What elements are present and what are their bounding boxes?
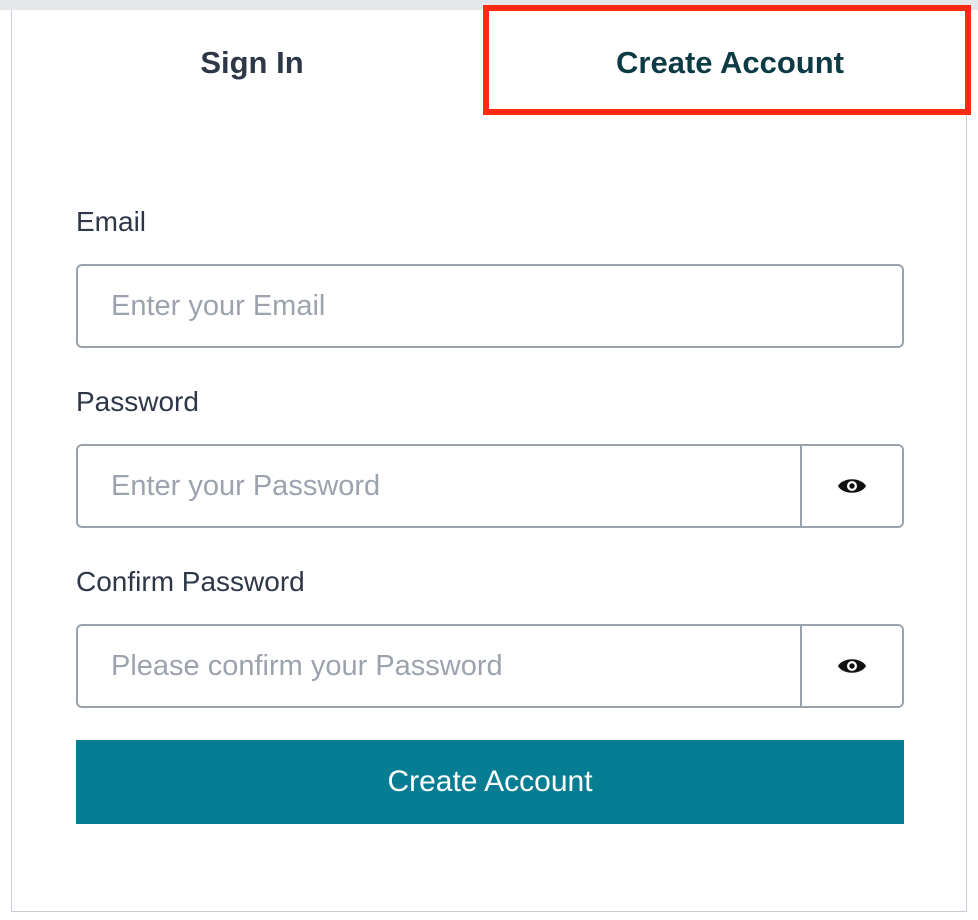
confirm-password-visibility-toggle[interactable] <box>800 626 902 706</box>
email-input[interactable] <box>78 266 902 346</box>
tab-create-account[interactable]: Create Account <box>492 10 968 115</box>
tab-sign-in[interactable]: Sign In <box>12 10 492 115</box>
confirm-password-field-wrapper <box>76 624 904 708</box>
eye-icon <box>838 659 866 673</box>
password-field-wrapper <box>76 444 904 528</box>
top-divider <box>0 0 978 10</box>
password-input[interactable] <box>78 446 800 526</box>
confirm-password-input[interactable] <box>78 626 800 706</box>
password-visibility-toggle[interactable] <box>800 446 902 526</box>
eye-icon <box>838 479 866 493</box>
password-label: Password <box>76 386 199 417</box>
create-account-button[interactable]: Create Account <box>76 740 904 824</box>
confirm-password-label: Confirm Password <box>76 566 305 597</box>
email-label: Email <box>76 206 147 237</box>
email-field-wrapper <box>76 264 904 348</box>
